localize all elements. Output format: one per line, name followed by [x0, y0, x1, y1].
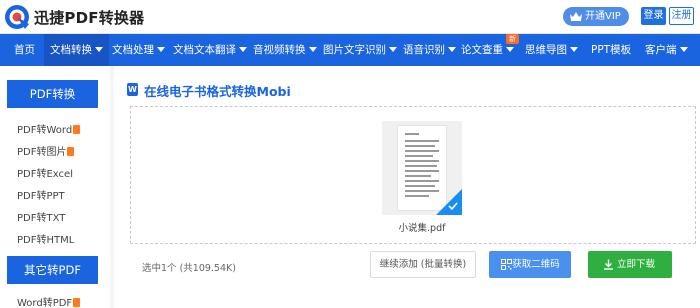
nav-item-home[interactable]: 首页 — [14, 34, 35, 66]
get-qr-label: 获取二维码 — [512, 259, 560, 270]
sidebar-item-pdf-to-ppt[interactable]: PDF转PPT — [17, 187, 65, 202]
vip-label: 开通VIP — [585, 11, 621, 22]
file-name: 小说集.pdf — [398, 223, 446, 234]
chevron-down-icon — [308, 47, 317, 52]
sidebar: PDF转换 PDF转Word PDF转图片 PDF转Excel PDF转PPT … — [0, 66, 110, 308]
chevron-down-icon — [570, 47, 578, 52]
chevron-down-icon — [679, 47, 688, 52]
top-header: 迅捷PDF转换器 开通VIP 登录 注册 — [0, 0, 700, 34]
check-icon — [448, 202, 458, 211]
sidebar-group-pdf-convert[interactable]: PDF转换 — [7, 80, 98, 108]
register-button[interactable]: 注册 — [669, 7, 694, 25]
nav-item-doc-convert[interactable]: 文档转换 — [44, 34, 109, 66]
sidebar-item-pdf-to-image[interactable]: PDF转图片 — [17, 143, 75, 158]
nav-item-doc-process[interactable]: 文档处理 — [112, 34, 165, 66]
sidebar-item-pdf-to-txt[interactable]: PDF转TXT — [17, 209, 65, 224]
nav-item-ppt[interactable]: PPT模板 — [591, 34, 631, 66]
main-panel: W 在线电子书格式转换Mobi 小说集.pdf 选中1个 (共109.54K) … — [114, 66, 700, 308]
nav-item-mindmap[interactable]: 思维导图 — [525, 34, 578, 66]
file-dropzone[interactable]: 小说集.pdf — [130, 106, 696, 244]
nav-item-ocr[interactable]: 图片文字识别 — [323, 34, 397, 66]
selection-info: 选中1个 (共109.54K) — [142, 263, 236, 274]
crown-icon — [570, 12, 582, 21]
nav-item-av-convert[interactable]: 音视频转换 — [253, 34, 317, 66]
chevron-down-icon — [239, 47, 247, 52]
brand-logo-icon[interactable] — [4, 4, 30, 30]
sidebar-item-pdf-to-excel[interactable]: PDF转Excel — [17, 165, 73, 180]
login-button[interactable]: 登录 — [641, 7, 666, 25]
nav-item-speech[interactable]: 语音识别 — [403, 34, 456, 66]
get-qr-button[interactable]: 获取二维码 — [489, 251, 571, 278]
vip-button[interactable]: 开通VIP — [563, 7, 629, 26]
hot-icon — [67, 147, 75, 156]
main-nav: 首页 文档转换 文档处理 文档文本翻译 音视频转换 图片文字识别 语音识别 论文… — [0, 34, 700, 66]
new-badge: 新 — [506, 34, 519, 44]
download-button[interactable]: 立即下载 — [588, 251, 672, 278]
download-label: 立即下载 — [616, 259, 655, 270]
qr-code-icon — [501, 259, 512, 270]
chevron-down-icon — [157, 47, 165, 52]
continue-add-button[interactable]: 继续添加 (批量转换) — [370, 251, 476, 278]
chevron-down-icon — [389, 47, 397, 52]
sidebar-item-word-to-pdf[interactable]: Word转PDF — [17, 294, 81, 308]
nav-item-client[interactable]: 客户端 — [645, 34, 688, 66]
hot-icon — [73, 125, 81, 134]
brand-name[interactable]: 迅捷PDF转换器 — [34, 7, 144, 28]
hot-icon — [73, 298, 81, 307]
nav-item-doc-translate[interactable]: 文档文本翻译 — [173, 34, 247, 66]
chevron-down-icon — [448, 47, 456, 52]
sidebar-group-to-pdf[interactable]: 其它转PDF — [7, 256, 98, 284]
word-doc-icon: W — [127, 83, 138, 96]
sidebar-item-pdf-to-html[interactable]: PDF转HTML — [17, 231, 74, 246]
sidebar-item-pdf-to-word[interactable]: PDF转Word — [17, 121, 81, 136]
chevron-down-icon — [506, 47, 514, 52]
file-thumbnail[interactable] — [382, 121, 462, 215]
chevron-down-icon — [95, 47, 103, 52]
page-title: 在线电子书格式转换Mobi — [144, 84, 291, 99]
download-icon — [604, 259, 613, 270]
